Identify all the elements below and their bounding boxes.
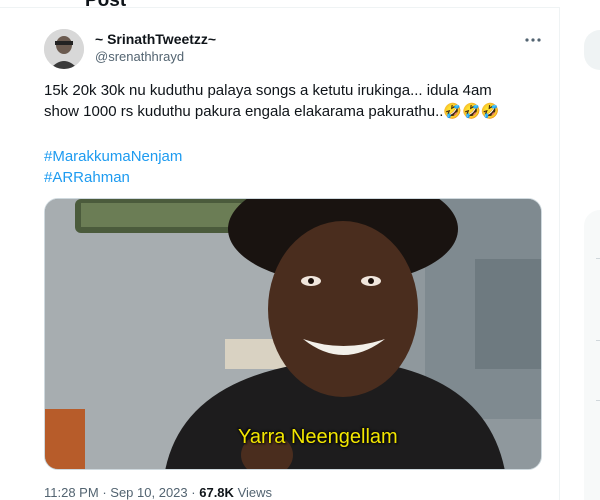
sidebar-divider <box>596 258 600 259</box>
tweet-text-line: 15k 20k 30k nu kuduthu palaya songs a ke… <box>44 82 492 99</box>
page: Post ~ SrinathTweetzz~ @srenathhrayd 15k… <box>0 0 600 500</box>
timeline-column: Post ~ SrinathTweetzz~ @srenathhrayd 15k… <box>0 0 560 500</box>
author-handle[interactable]: @srenathhrayd <box>95 48 184 66</box>
hashtag-link[interactable]: #ARRahman <box>44 167 182 188</box>
sidebar-divider <box>596 400 600 401</box>
meta-separator: · <box>191 485 196 500</box>
hashtag-link[interactable]: #MarakkumaNenjam <box>44 146 182 167</box>
sidebar-panel <box>584 210 600 500</box>
views-label: Views <box>237 485 273 500</box>
media-caption: Yarra Neengellam <box>238 426 398 448</box>
avatar[interactable] <box>44 29 84 69</box>
tweet-meta: 11:28 PM · Sep 10, 2023 · 67.8K Views <box>44 484 272 500</box>
hashtag-list: #MarakkumaNenjam #ARRahman <box>44 146 182 188</box>
tweet-time[interactable]: 11:28 PM <box>44 485 99 500</box>
tweet-text-line: show 1000 rs kuduthu pakura engala elaka… <box>44 103 500 120</box>
right-sidebar <box>560 0 600 500</box>
tweet-date[interactable]: Sep 10, 2023 <box>110 485 187 500</box>
post-header <box>0 0 560 8</box>
page-title: Post <box>85 0 127 11</box>
tweet-media-image[interactable]: Yarra Neengellam <box>44 198 542 470</box>
meta-separator: · <box>102 485 107 500</box>
author-name[interactable]: ~ SrinathTweetzz~ <box>95 30 216 48</box>
views-count: 67.8K <box>199 485 234 500</box>
more-horizontal-icon[interactable] <box>521 32 545 48</box>
sidebar-search-box[interactable] <box>584 30 600 70</box>
tweet-text: 15k 20k 30k nu kuduthu palaya songs a ke… <box>44 80 544 122</box>
sidebar-divider <box>596 340 600 341</box>
